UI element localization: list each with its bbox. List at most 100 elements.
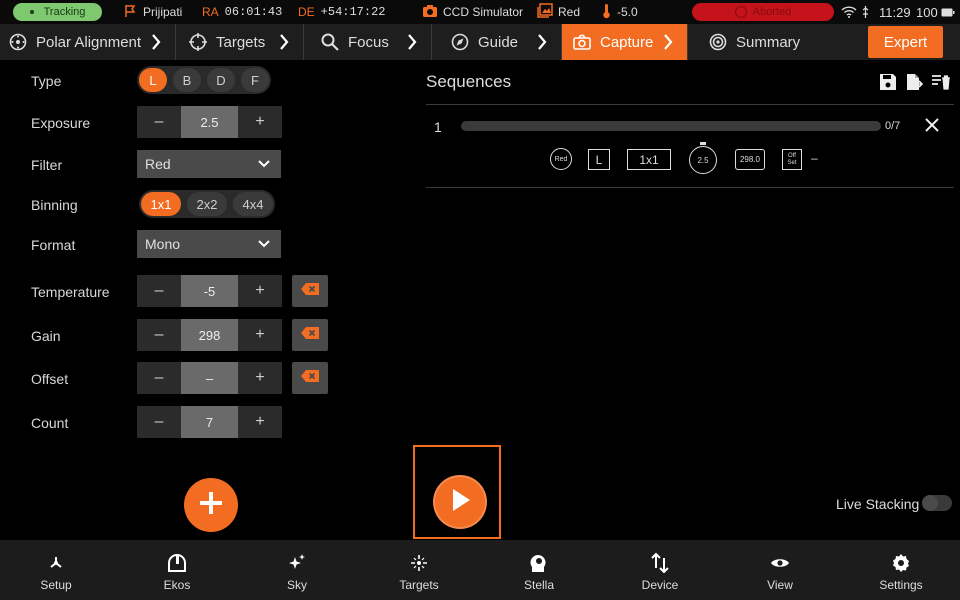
save-icon[interactable] (879, 73, 897, 96)
ra-readout: RA 06:01:43 (202, 0, 282, 24)
tracking-status-badge[interactable]: Tracking (13, 3, 102, 21)
tab-targets[interactable]: Targets (176, 24, 304, 60)
clear-queue-icon[interactable] (931, 73, 951, 96)
temperature-clear-button[interactable] (292, 275, 328, 307)
exposure-increment-button[interactable]: + (238, 106, 282, 138)
remove-job-button[interactable] (924, 117, 940, 138)
gain-label: Gain (31, 328, 61, 344)
start-sequence-button[interactable] (433, 475, 487, 529)
toggle-knob (922, 495, 938, 511)
binning-option-2x2[interactable]: 2x2 (187, 192, 227, 216)
type-option-b[interactable]: B (173, 68, 201, 92)
nav-sky[interactable]: Sky (237, 540, 357, 600)
job-exposure-value: 2.5 (697, 155, 709, 165)
capture-status-badge[interactable]: Aborted (692, 3, 834, 21)
tab-capture[interactable]: Capture (562, 24, 688, 60)
tab-label: Capture (600, 33, 654, 51)
count-increment-button[interactable]: + (238, 406, 282, 438)
offset-chip-line1: Off (788, 152, 796, 159)
gain-value[interactable]: 298 (181, 319, 238, 351)
offset-increment-button[interactable]: + (238, 362, 282, 394)
type-label: Type (31, 73, 62, 89)
nav-label: Device (641, 578, 679, 592)
tab-guide[interactable]: Guide (432, 24, 562, 60)
site-name: Prijipati (143, 5, 183, 19)
clock-time: 11:29 (879, 4, 911, 20)
targets-icon (410, 552, 428, 574)
nav-setup[interactable]: Setup (0, 540, 116, 600)
tab-label: Guide (478, 33, 519, 51)
temperature-decrement-button[interactable]: – (137, 275, 181, 307)
count-decrement-button[interactable]: – (137, 406, 181, 438)
add-job-button[interactable] (184, 478, 238, 532)
bottom-navigation: Setup Ekos Sky Targets Stella Device Vie… (0, 540, 960, 600)
de-value: +54:17:22 (320, 5, 386, 19)
chevron-right-icon (279, 33, 289, 55)
live-stacking-toggle[interactable] (922, 495, 952, 511)
temperature-increment-button[interactable]: + (238, 275, 282, 307)
binning-option-4x4[interactable]: 4x4 (233, 192, 273, 216)
module-tabs: Polar Alignment Targets Focus Guide Capt… (0, 24, 960, 60)
nav-stella[interactable]: Stella (479, 540, 599, 600)
temperature-indicator: -5.0 (602, 0, 638, 24)
gain-decrement-button[interactable]: – (137, 319, 181, 351)
chevron-right-icon (537, 33, 547, 55)
filter-dropdown[interactable]: Red (137, 150, 281, 178)
camera-icon (422, 4, 438, 21)
temperature-value: -5.0 (617, 5, 638, 19)
exposure-value[interactable]: 2.5 (181, 106, 238, 138)
count-value[interactable]: 7 (181, 406, 238, 438)
nav-targets[interactable]: Targets (359, 540, 479, 600)
stella-icon (528, 552, 550, 574)
format-dropdown[interactable]: Mono (137, 230, 281, 258)
filter-selected-value: Red (145, 156, 171, 172)
compass-icon (450, 32, 470, 52)
usb-icon (862, 0, 869, 24)
load-file-icon[interactable] (905, 73, 924, 96)
tab-focus[interactable]: Focus (304, 24, 432, 60)
capture-status-label: Aborted (752, 6, 792, 18)
type-option-l[interactable]: L (139, 68, 167, 92)
sequence-progress-bar (461, 121, 881, 131)
nav-label: Sky (286, 578, 307, 592)
nav-view[interactable]: View (720, 540, 840, 600)
nav-label: Stella (523, 578, 555, 592)
sequence-progress-text: 0/7 (885, 120, 901, 132)
site-indicator[interactable]: Prijipati (124, 0, 182, 24)
camera-icon (572, 32, 592, 52)
exposure-stepper: – 2.5 + (137, 106, 282, 138)
eye-icon (770, 552, 790, 574)
gain-increment-button[interactable]: + (238, 319, 282, 351)
nav-ekos[interactable]: Ekos (117, 540, 237, 600)
nav-device[interactable]: Device (600, 540, 720, 600)
format-selected-value: Mono (145, 236, 181, 252)
tab-polar-alignment[interactable]: Polar Alignment (0, 24, 176, 60)
battery-indicator: 100 (916, 0, 955, 24)
binning-option-1x1[interactable]: 1x1 (141, 192, 181, 216)
gain-clear-button[interactable] (292, 319, 328, 351)
job-filter-chip: Red (550, 148, 572, 170)
offset-chip-line2: Set (787, 159, 797, 166)
job-offset-value: – (811, 151, 818, 165)
temperature-stepper: – -5 + (137, 275, 282, 307)
chevron-right-icon (151, 33, 161, 55)
status-bar: Tracking Prijipati RA 06:01:43 DE +54:17… (0, 0, 960, 24)
camera-indicator[interactable]: CCD Simulator (422, 0, 523, 24)
tracking-dot (29, 10, 34, 14)
nav-settings[interactable]: Settings (841, 540, 960, 600)
binning-label: Binning (31, 197, 78, 213)
job-binning-chip: 1x1 (627, 149, 671, 170)
type-option-d[interactable]: D (207, 68, 235, 92)
offset-value[interactable]: – (181, 362, 238, 394)
expert-button[interactable]: Expert (868, 26, 943, 58)
type-option-f[interactable]: F (241, 68, 269, 92)
tab-label: Focus (348, 33, 389, 51)
offset-stepper: – – + (137, 362, 282, 394)
exposure-decrement-button[interactable]: – (137, 106, 181, 138)
temperature-value[interactable]: -5 (181, 275, 238, 307)
count-label: Count (31, 415, 69, 431)
offset-decrement-button[interactable]: – (137, 362, 181, 394)
tab-summary[interactable]: Summary (688, 24, 860, 60)
offset-clear-button[interactable] (292, 362, 328, 394)
filter-indicator[interactable]: Red (537, 0, 580, 24)
